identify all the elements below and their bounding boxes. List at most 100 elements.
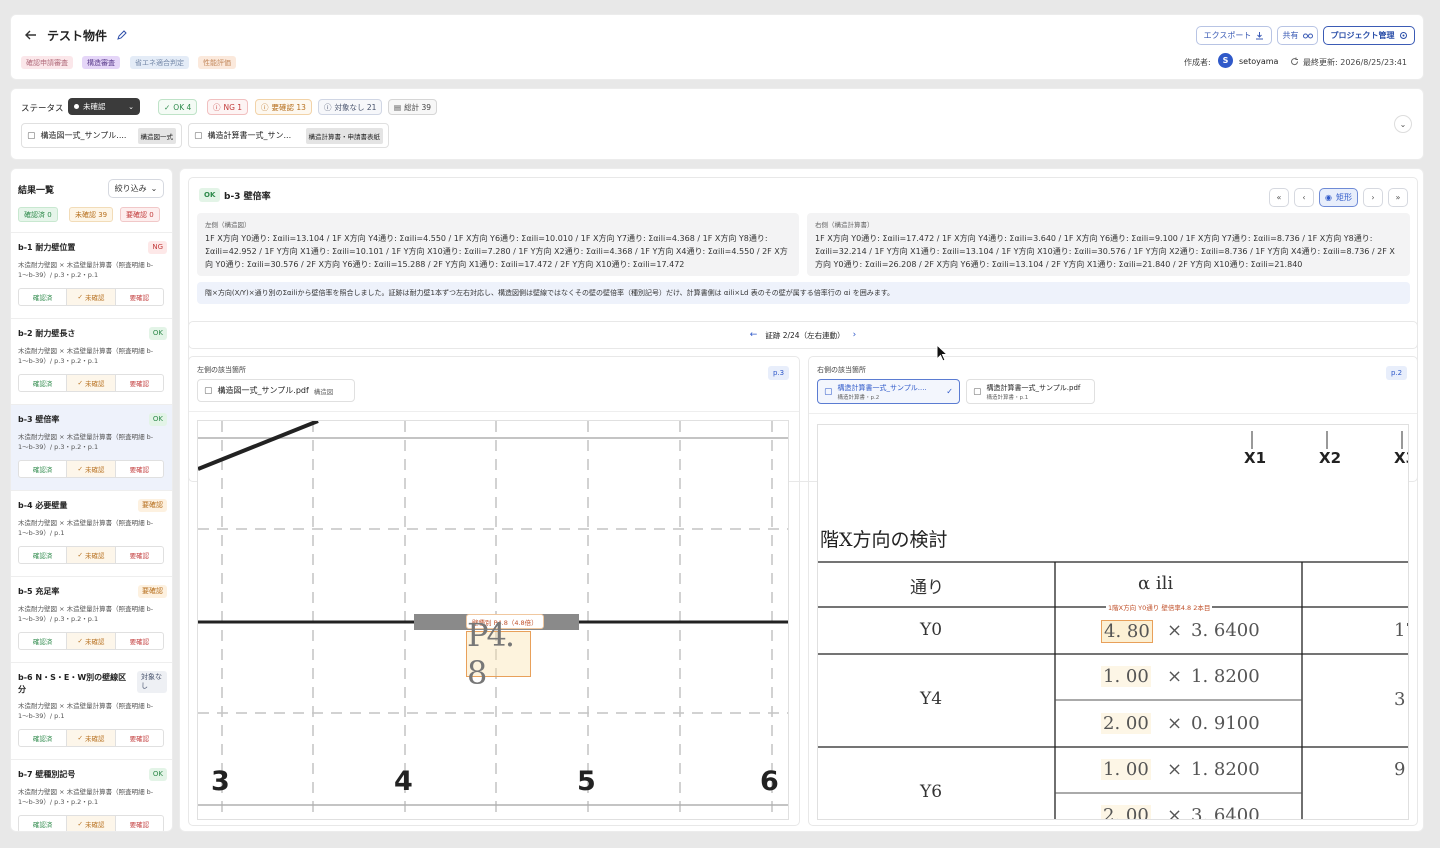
result-item[interactable]: b-5 充足率 要確認 木造耐力壁図 × 木造壁量計算書（照査明細 b-1〜b-… (11, 576, 172, 662)
right-evidence-panel: 右側の該当箇所 p.2 ▢ 構造計算書一式_サンプル.... 構造計算書・p.2… (808, 356, 1418, 826)
mark-unconfirmed-button[interactable]: ✓ 未確認 (66, 730, 116, 746)
edit-icon[interactable] (115, 29, 127, 41)
left-page-badge: p.3 (768, 366, 790, 380)
result-status-badge: 要確認 (138, 499, 167, 512)
right-divider (809, 413, 1417, 414)
left-values-box: 左側（構造図） 1F X方向 Y0通り: Σαili=13.104 / 1F X… (197, 213, 799, 276)
th-alpha: α ili (1138, 573, 1174, 594)
result-status-badge: OK (148, 413, 167, 426)
mark-confirmed-button[interactable]: 確認済 (19, 461, 66, 477)
right-file-chip[interactable]: ▢ 構造計算書一式_サンプル.pdf 構造計算書・p.1 (966, 379, 1095, 404)
row-label-y4: Y4 (920, 689, 943, 709)
count-ok[interactable]: ✓ OK 4 (158, 99, 198, 115)
mark-confirmed-button[interactable]: 確認済 (19, 375, 66, 391)
mark-unconfirmed-button[interactable]: ✓ 未確認 (66, 289, 116, 305)
axis-label-6: 6 (760, 766, 779, 797)
check-icon: ✓ (164, 102, 171, 112)
next-button[interactable]: › (1363, 188, 1383, 207)
mark-confirmed-button[interactable]: 確認済 (19, 289, 66, 305)
back-arrow-icon[interactable] (24, 28, 38, 42)
count-review[interactable]: ⓘ 要確認 13 (255, 99, 312, 115)
result-status-badge: 要確認 (138, 585, 167, 598)
mark-confirmed-button[interactable]: 確認済 (19, 633, 66, 649)
result-item[interactable]: b-1 耐力壁位置 NG 木造耐力壁図 × 木造壁量計算書（照査明細 b-1〜b… (11, 232, 172, 318)
result-title: b-6 N・S・E・W別の壁線区分 (18, 673, 127, 694)
result-item[interactable]: b-2 耐力壁長さ OK 木造耐力壁図 × 木造壁量計算書（照査明細 b-1〜b… (11, 318, 172, 404)
collapse-toggle-button[interactable]: ⌄ (1394, 115, 1412, 133)
result-title: b-5 充足率 (18, 587, 60, 596)
right-file-chip-active[interactable]: ▢ 構造計算書一式_サンプル.... 構造計算書・p.2 ✓ (817, 379, 960, 404)
result-item[interactable]: b-4 必要壁量 要確認 木造耐力壁図 × 木造壁量計算書（照査明細 b-1〜b… (11, 490, 172, 576)
mark-unconfirmed-button[interactable]: ✓ 未確認 (66, 633, 116, 649)
result-item[interactable]: b-3 壁倍率 OK 木造耐力壁図 × 木造壁量計算書（照査明細 b-1〜b-3… (11, 404, 172, 490)
results-title: 結果一覧 (18, 186, 55, 196)
info-icon: ⓘ (324, 102, 332, 112)
result-desc: 木造耐力壁図 × 木造壁量計算書（照査明細 b-1〜b-39）/ p.1 (18, 519, 154, 537)
evidence-prev-arrow-icon[interactable]: ← (750, 330, 758, 340)
right-values-label: 右側（構造計算書） (815, 221, 874, 229)
alpha-value: 1. 00 (1101, 666, 1151, 687)
count-total[interactable]: ▤ 総計 39 (388, 99, 438, 115)
col-x1: X1 (1244, 449, 1267, 467)
download-icon (1255, 31, 1264, 40)
page-title: テスト物件 (47, 29, 108, 43)
prev-button[interactable]: ‹ (1294, 188, 1314, 207)
status-label: ステータス (21, 104, 64, 114)
mark-unconfirmed-button[interactable]: ✓ 未確認 (66, 547, 116, 563)
left-divider (189, 411, 799, 412)
file-chip-calc[interactable]: ▢ 構造計算書一式_サン... 構造計算書・申請書表紙 (188, 123, 389, 148)
result-item[interactable]: b-6 N・S・E・W別の壁線区分 対象なし 木造耐力壁図 × 木造壁量計算書（… (11, 662, 172, 759)
mark-unconfirmed-button[interactable]: ✓ 未確認 (66, 461, 116, 477)
result-title: b-4 必要壁量 (18, 501, 68, 510)
status-dropdown[interactable]: 未確認 ⌄ (68, 98, 140, 115)
results-sidebar: 結果一覧 絞り込み ⌄ 確認済 0 未確認 39 要確認 0 b-1 耐力壁位置… (10, 168, 173, 832)
right-page-badge: p.2 (1386, 366, 1408, 380)
result-desc: 木造耐力壁図 × 木造壁量計算書（照査明細 b-1〜b-39）/ p.3・p.2… (18, 605, 154, 623)
mark-review-button[interactable]: 要確認 (116, 547, 163, 563)
last-updated: 最終更新: 2026/8/25/23:41 (1303, 58, 1408, 67)
document-icon: ▤ (394, 102, 402, 112)
times-symbol: × (1167, 759, 1183, 780)
view-rect-toggle[interactable]: ◉ 矩形 (1319, 188, 1358, 207)
times-symbol: × (1167, 620, 1183, 641)
mouse-cursor-icon (936, 344, 948, 362)
result-item[interactable]: b-7 壁種別記号 OK 木造耐力壁図 × 木造壁量計算書（照査明細 b-1〜b… (11, 759, 172, 831)
mark-review-button[interactable]: 要確認 (116, 289, 163, 305)
calc-document-viewer[interactable]: X1 X2 X3 階X方向の検討 通り α ili 1階X方向 Y0通り 壁倍率… (817, 424, 1409, 820)
mark-review-button[interactable]: 要確認 (116, 730, 163, 746)
share-button[interactable]: 共有 (1277, 26, 1318, 45)
count-none[interactable]: ⓘ 対象なし 21 (318, 99, 383, 115)
mark-review-button[interactable]: 要確認 (116, 816, 163, 831)
mark-review-button[interactable]: 要確認 (116, 375, 163, 391)
left-evidence-panel: 左側の該当箇所 p.3 ▢ 構造図一式_サンプル.pdf 構造図 壁種別 P4.… (188, 356, 800, 826)
last-button[interactable]: » (1388, 188, 1408, 207)
mark-unconfirmed-button[interactable]: ✓ 未確認 (66, 816, 116, 831)
result-desc: 木造耐力壁図 × 木造壁量計算書（照査明細 b-1〜b-39）/ p.3・p.2… (18, 433, 154, 451)
tag-shoene: 省エネ適合判定 (130, 56, 189, 69)
result-desc: 木造耐力壁図 × 木造壁量計算書（照査明細 b-1〜b-39）/ p.3・p.2… (18, 347, 154, 365)
mark-review-button[interactable]: 要確認 (116, 461, 163, 477)
file-chip-drawing[interactable]: ▢ 構造図一式_サンプル.... 構造図一式 (21, 123, 182, 148)
header-card: テスト物件 確認申請審査 構造審査 省エネ適合判定 性能評価 エクスポート 共有… (10, 14, 1424, 80)
alpha-value: 1. 00 (1101, 759, 1151, 780)
mark-unconfirmed-button[interactable]: ✓ 未確認 (66, 375, 116, 391)
total-value: 3 (1394, 689, 1406, 710)
mark-confirmed-button[interactable]: 確認済 (19, 730, 66, 746)
mark-confirmed-button[interactable]: 確認済 (19, 816, 66, 831)
axis-label-3: 3 (211, 766, 230, 797)
detail-card: OK b-3 壁倍率 « ‹ ◉ 矩形 › » 左側（構造図） 1F X方向 Y0… (179, 168, 1424, 832)
structural-drawing-viewer[interactable]: 壁種別 P4.8（4.8倍） P4. 8 3 4 5 6 (197, 420, 789, 820)
mark-confirmed-button[interactable]: 確認済 (19, 547, 66, 563)
count-ng[interactable]: ⓘ NG 1 (207, 99, 249, 115)
left-file-chip[interactable]: ▢ 構造図一式_サンプル.pdf 構造図 (197, 379, 355, 402)
export-button[interactable]: エクスポート (1196, 26, 1272, 45)
filter-button[interactable]: 絞り込み ⌄ (108, 179, 164, 198)
evidence-next-chevron-icon[interactable]: › (853, 330, 857, 340)
mark-review-button[interactable]: 要確認 (116, 633, 163, 649)
left-panel-label: 左側の該当箇所 (197, 366, 246, 374)
project-manage-button[interactable]: プロジェクト管理 (1323, 26, 1415, 45)
right-values-box: 右側（構造計算書） 1F X方向 Y0通り: Σαili=17.472 / 1F… (807, 213, 1410, 276)
first-button[interactable]: « (1269, 188, 1289, 207)
result-title: b-7 壁種別記号 (18, 770, 76, 779)
check-icon: ✓ (77, 293, 83, 301)
